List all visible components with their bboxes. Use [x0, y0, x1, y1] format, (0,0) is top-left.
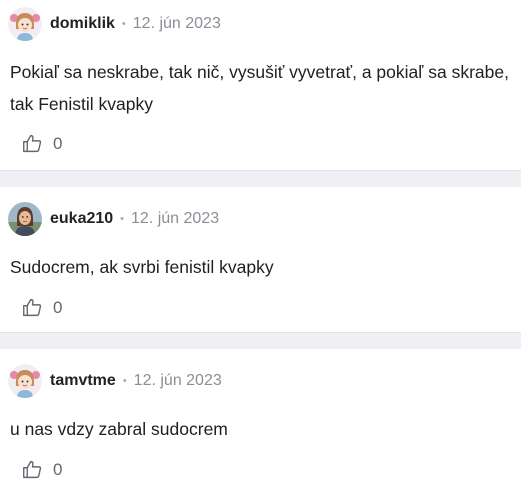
comment-date: 12. jún 2023 [132, 15, 221, 32]
separator-dot: • [121, 18, 126, 30]
comment-divider [0, 170, 521, 187]
comment-text: Sudocrem, ak svrbi fenistil kvapky [10, 257, 274, 277]
like-count: 0 [53, 133, 63, 153]
comment-header: domiklik • 12. jún 2023 [8, 6, 221, 42]
username[interactable]: euka210 [50, 210, 113, 228]
comment-thread: domiklik • 12. jún 2023 Pokiaľ sa neskra… [0, 0, 521, 488]
comment-header: euka210 • 12. jún 2023 [8, 201, 219, 237]
comment-item: domiklik • 12. jún 2023 Pokiaľ sa neskra… [0, 0, 521, 170]
like-count: 0 [53, 297, 63, 317]
girl-cartoon-avatar-icon[interactable] [8, 364, 42, 398]
separator-dot: • [120, 213, 125, 225]
thumbs-up-icon [23, 460, 42, 479]
comment-text: Pokiaľ sa neskrabe, tak nič, vysušiť vyv… [10, 62, 509, 114]
like-count: 0 [53, 459, 63, 479]
comment-divider [0, 332, 521, 349]
like-button[interactable]: 0 [22, 297, 62, 318]
separator-dot: • [122, 375, 127, 387]
username[interactable]: domiklik [50, 15, 115, 33]
girl-cartoon-avatar-icon[interactable] [8, 7, 42, 41]
comment-date: 12. jún 2023 [133, 372, 222, 389]
like-button[interactable]: 0 [22, 459, 62, 480]
thumbs-up-icon [23, 298, 42, 317]
comment-header: tamvtme • 12. jún 2023 [8, 363, 222, 399]
thumbs-up-icon [23, 134, 42, 153]
user-photo-avatar-icon[interactable] [8, 202, 42, 236]
like-button[interactable]: 0 [22, 133, 62, 154]
comment-text: u nas vdzy zabral sudocrem [10, 419, 228, 439]
comment-item: euka210 • 12. jún 2023 Sudocrem, ak svrb… [0, 187, 521, 332]
comment-item: tamvtme • 12. jún 2023 u nas vdzy zabral… [0, 349, 521, 488]
comment-date: 12. jún 2023 [131, 210, 220, 227]
username[interactable]: tamvtme [50, 372, 116, 390]
